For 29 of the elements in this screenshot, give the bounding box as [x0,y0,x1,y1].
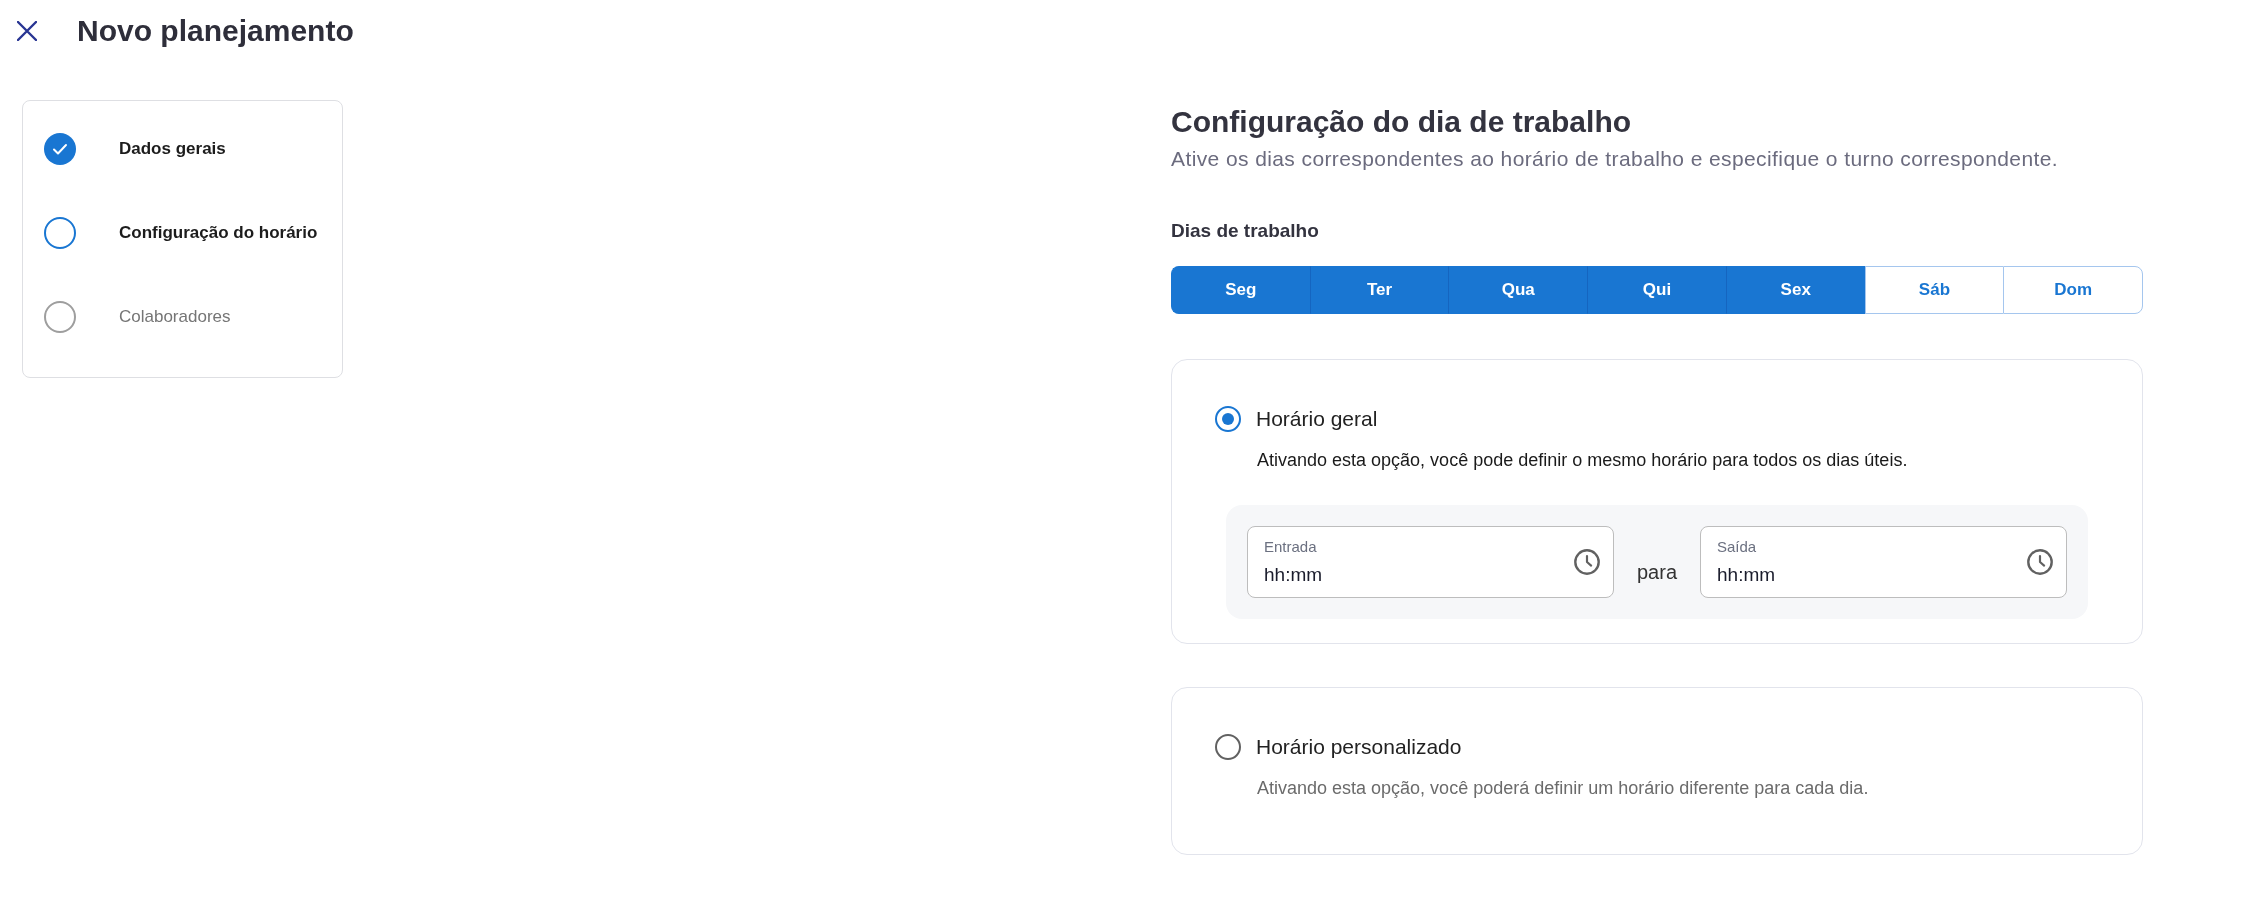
day-tab[interactable]: Qua [1448,266,1588,314]
day-tab[interactable]: Dom [2003,266,2144,314]
clock-icon[interactable] [2027,549,2053,575]
step-label[interactable]: Configuração do horário [119,221,318,245]
time-input[interactable]: hh:mm [1717,563,2027,587]
time-input[interactable]: hh:mm [1264,563,1574,587]
section-title: Configuração do dia de trabalho [1171,104,1633,140]
page-title: Novo planejamento [77,13,354,49]
radio-button[interactable] [1215,734,1241,760]
option-label[interactable]: Horário geral [1256,405,1378,433]
separator-label: para [1637,560,1677,585]
option-label[interactable]: Horário personalizado [1256,733,1462,761]
close-icon[interactable] [17,21,37,41]
day-tab[interactable]: Qui [1587,266,1726,314]
time-field[interactable]: Saída hh:mm [1700,526,2067,598]
day-tab[interactable]: Sex [1725,266,1865,314]
radio-button[interactable] [1215,406,1241,432]
day-tab[interactable]: Seg [1171,266,1310,314]
option-description: Ativando esta opção, você poderá definir um horário diferente para cada dia. [1256,777,1870,800]
step-label[interactable]: Dados gerais [119,137,226,161]
section-subtitle: Ative os dias correspondentes ao horário de trabalho e especifique o turno correspondente. [1171,146,2060,172]
step-check-icon [44,133,76,165]
time-field[interactable]: Entrada hh:mm [1247,526,1614,598]
work-days-label: Dias de trabalho [1171,219,1320,243]
day-tab[interactable]: Sáb [1864,266,2004,314]
option-description: Ativando esta opção, você pode definir o mesmo horário para todos os dias úteis. [1256,449,1909,472]
day-tab[interactable]: Ter [1309,266,1449,314]
clock-icon[interactable] [1574,549,1600,575]
step-label[interactable]: Colaboradores [119,305,231,329]
